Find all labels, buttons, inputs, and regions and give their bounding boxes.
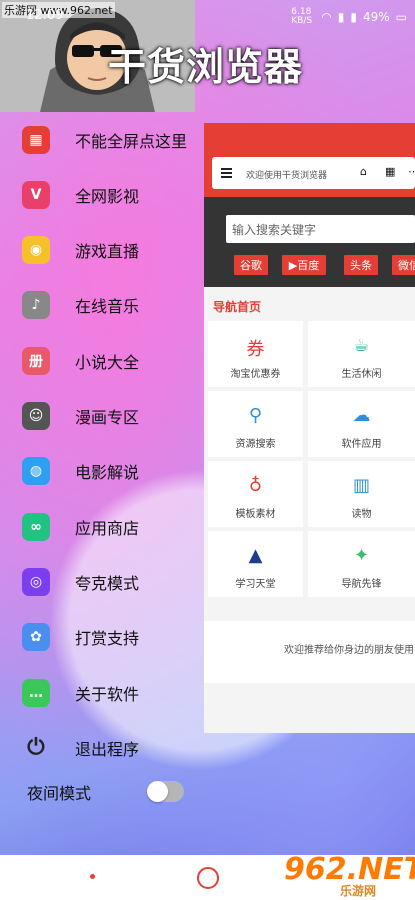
status-time: 12:09 [26,8,64,23]
watermark-bottom: 962.NET 乐游网 [280,850,415,900]
menu-item-label: 电影解说 [75,463,140,483]
menu-item-10[interactable]: … 关于软件 [0,665,200,720]
chip-google[interactable]: 谷歌 [234,255,268,275]
bulb-icon: ♁ [248,475,263,496]
search-icon: ⚲ [248,405,263,426]
night-mode-label: 夜间模式 [27,784,92,803]
nav-cell-label: 资源搜索 [235,439,276,450]
chip-baidu[interactable]: ▶百度 [282,255,326,275]
menu-item-6[interactable]: ◍ 电影解说 [0,444,200,499]
home-icon[interactable]: ⌂ [360,165,367,178]
book-icon: 册 [22,346,50,375]
film-icon[interactable]: ▦ [385,165,395,178]
section-title: 导航首页 [213,300,262,314]
browser-footer: 欢迎推荐给你身边的朋友使用 [204,621,415,683]
nav-cell-label: 学习天堂 [235,579,276,590]
menu-item-11[interactable]: ⏻ 退出程序 [0,720,200,775]
nav-cell-label: 生活休闲 [341,369,382,380]
back-button[interactable] [90,874,95,879]
signal-icon-2: ▮ [350,10,357,24]
comic-icon: ☺ [22,402,50,430]
signal-icon: ▮ [337,10,345,24]
robot-icon: ◍ [22,457,50,486]
eye-icon: ◉ [22,236,50,265]
nav-cell-label: 读物 [351,509,372,520]
chip-wechat[interactable]: 微信 [392,255,415,275]
menu-item-0[interactable]: ▦ 不能全屏点这里 [0,112,200,167]
grid-icon: ▦ [22,125,50,154]
cloud-icon: ☁ [352,405,371,426]
menu-item-label: 打赏支持 [75,629,140,649]
wifi-icon: ◠ [321,10,332,24]
menu-item-label: 退出程序 [75,739,140,759]
home-button[interactable] [197,867,219,889]
watermark-sub: 乐游网 [340,884,377,898]
nav-cell-3[interactable]: ☁ 软件应用 [308,391,415,457]
nav-cell-6[interactable]: ▲ 学习天堂 [208,531,303,597]
menu-item-label: 游戏直播 [75,242,140,262]
status-indicators: 6.18 KB/S ◠ ▮ ▮ 49% ▭ [291,8,407,26]
browser-url-bar[interactable]: 欢迎使用干货浏览器 ⌂ ▦ ⋯ [212,157,415,189]
menu-item-label: 夸克模式 [75,573,140,593]
video-icon: V [22,180,50,209]
night-mode-toggle[interactable] [147,781,184,802]
cap-icon: ▲ [248,545,263,566]
app-title: 干货浏览器 [108,45,304,89]
menu-item-label: 小说大全 [75,352,140,372]
power-icon: ⏻ [27,735,45,761]
nav-cell-4[interactable]: ♁ 模板素材 [208,461,303,527]
menu-item-3[interactable]: ♪ 在线音乐 [0,278,200,333]
nav-cell-2[interactable]: ⚲ 资源搜索 [208,391,303,457]
menu-item-label: 关于软件 [75,684,140,704]
cup-icon: ☕ [353,335,370,356]
battery-icon: ▭ [395,10,407,24]
coupon-icon: 券 [246,339,265,360]
nav-cell-0[interactable]: 券淘宝优惠券 [208,321,303,387]
search-input[interactable]: 输入搜索关键字 [226,215,415,243]
network-speed: 6.18 KB/S [291,7,313,26]
nav-cell-1[interactable]: ☕ 生活休闲 [308,321,415,387]
menu-item-label: 在线音乐 [75,297,140,317]
anime-icon: ✿ [22,623,50,652]
menu-item-7[interactable]: ∞ 应用商店 [0,499,200,554]
menu-icon[interactable] [221,166,232,178]
menu-item-5[interactable]: ☺ 漫画专区 [0,389,200,444]
menu-item-label: 漫画专区 [75,408,140,427]
menu-item-9[interactable]: ✿ 打赏支持 [0,610,200,665]
menu-item-label: 应用商店 [75,518,140,538]
more-icon[interactable]: ⋯ [408,165,415,178]
nav-cell-label: 导航先锋 [341,579,382,590]
menu-item-label: 不能全屏点这里 [75,131,188,151]
nav-cell-7[interactable]: ✦ 导航先锋 [308,531,415,597]
battery-level: 49% [362,10,390,24]
chat-icon: … [22,678,50,707]
footer-text: 欢迎推荐给你身边的朋友使用 [284,645,414,656]
store-icon: ∞ [22,512,50,541]
nav-icon: ✦ [353,545,370,566]
menu-item-1[interactable]: V 全网影视 [0,167,200,222]
music-icon: ♪ [22,291,50,320]
nav-cell-label: 模板素材 [235,509,276,520]
menu-item-4[interactable]: 册 小说大全 [0,333,200,388]
book-open-icon: ▥ [352,475,370,496]
nav-cell-5[interactable]: ▥ 读物 [308,461,415,527]
browser-preview[interactable]: 欢迎使用干货浏览器 ⌂ ▦ ⋯ 输入搜索关键字 谷歌 ▶百度 头条 微信 导航首… [204,123,415,733]
nav-cell-label: 淘宝优惠券 [230,369,281,380]
menu-item-8[interactable]: ◎ 夸克模式 [0,554,200,609]
toggle-knob [147,781,168,802]
chip-toutiao[interactable]: 头条 [344,255,378,275]
quark-icon: ◎ [22,567,50,596]
menu-item-label: 全网影视 [75,186,140,206]
url-title: 欢迎使用干货浏览器 [246,171,328,181]
menu-item-2[interactable]: ◉ 游戏直播 [0,223,200,278]
nav-cell-label: 软件应用 [341,439,382,450]
